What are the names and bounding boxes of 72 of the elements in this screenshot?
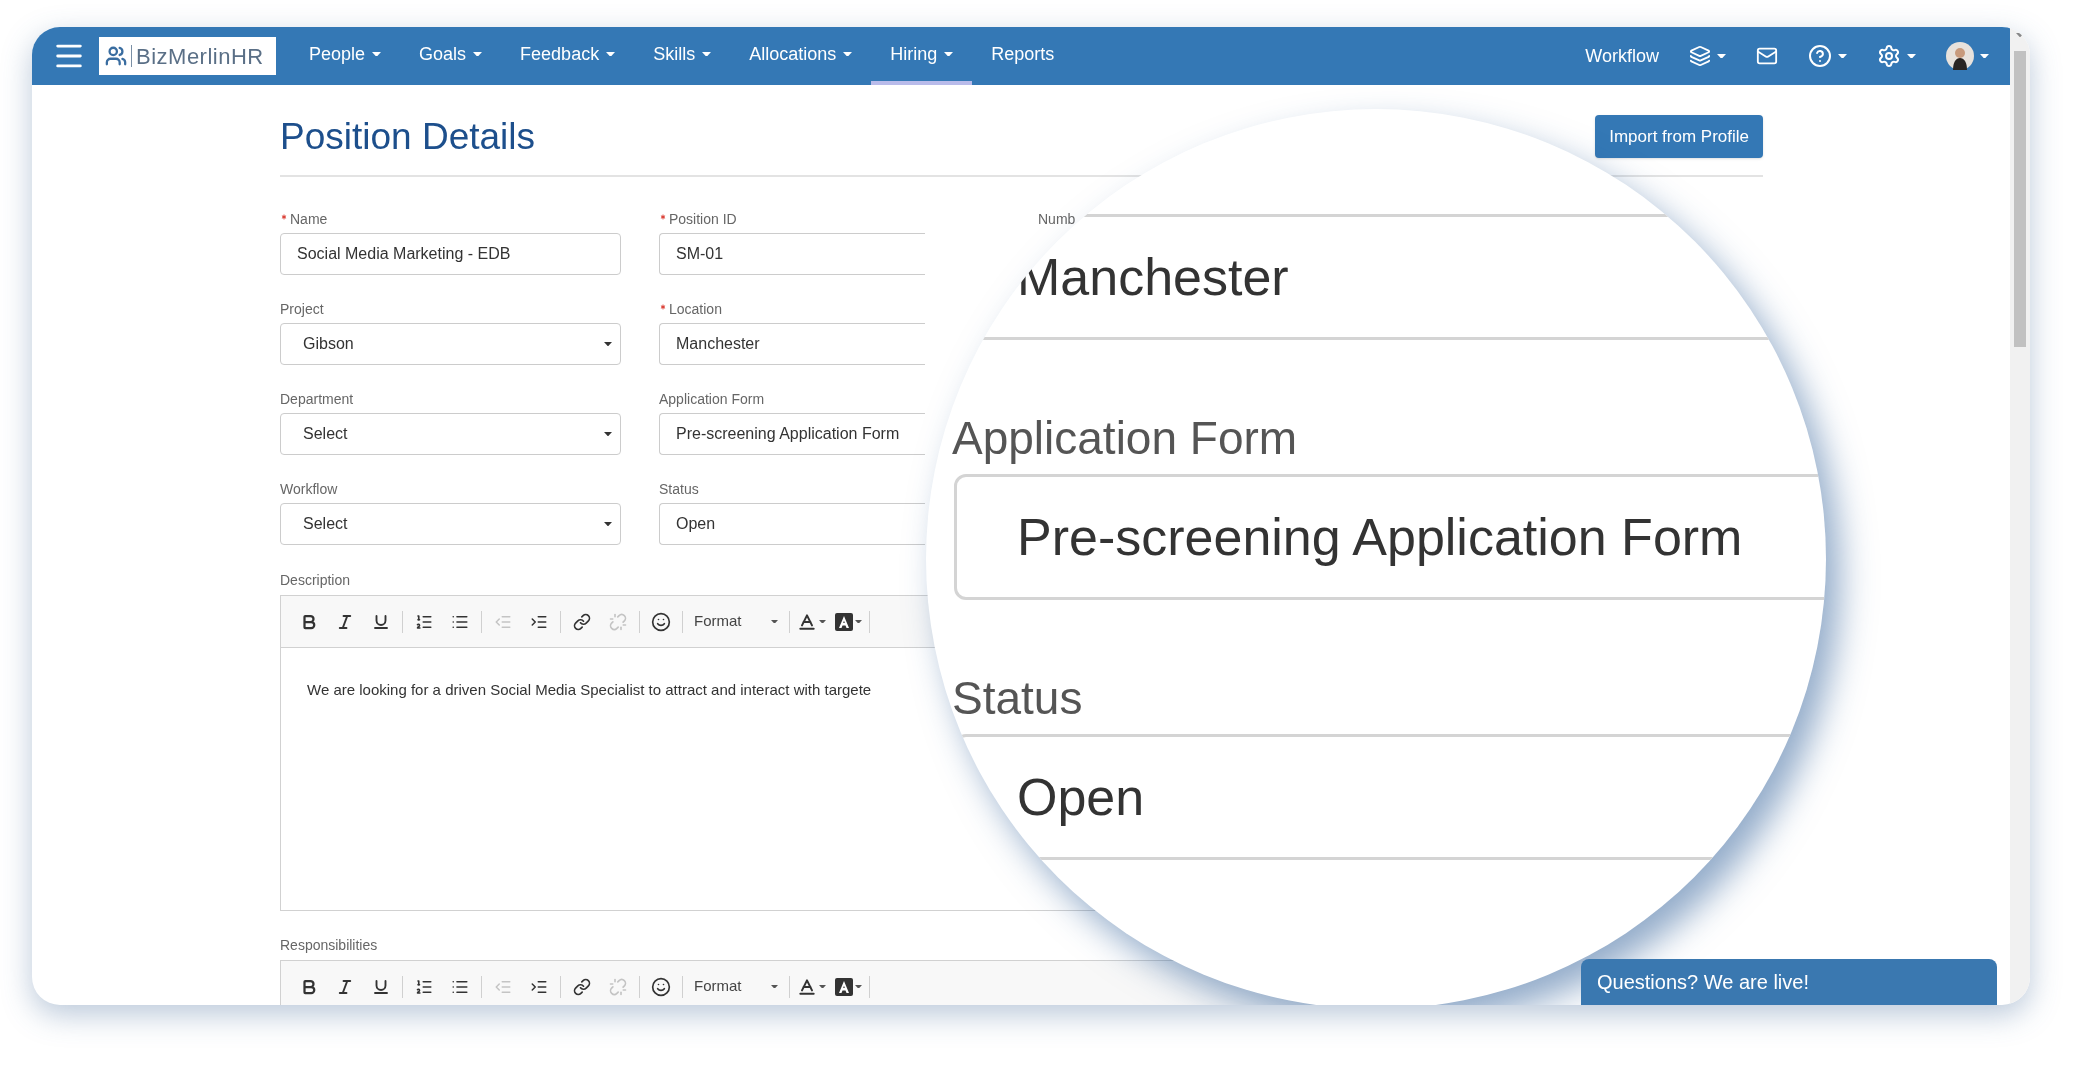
- field-label: Department: [280, 389, 354, 409]
- magnified-field: Pre-screening Application Form: [954, 474, 1826, 600]
- nav-menu-item[interactable]: Feedback: [501, 27, 635, 85]
- page-title: Position Details: [280, 114, 535, 159]
- field-label: Application Form: [659, 389, 765, 409]
- field-label: Status: [659, 479, 699, 499]
- unlink-icon: [609, 977, 627, 996]
- magnified-label: Status: [952, 671, 1083, 726]
- numbered-list-icon: [415, 977, 433, 996]
- caret-icon: [854, 619, 862, 624]
- field-label: Location: [669, 299, 722, 319]
- scrollbar-thumb[interactable]: [2014, 51, 2026, 348]
- field-label: Numb: [1038, 209, 1076, 229]
- nav-menu-item[interactable]: Allocations: [730, 27, 872, 85]
- text-field[interactable]: Pre-screening Application Form: [659, 413, 925, 455]
- settings-icon: [1877, 44, 1901, 68]
- smiley-icon: [651, 611, 671, 632]
- nav-menu-item[interactable]: Reports: [972, 27, 1074, 85]
- field-label: Description: [280, 571, 352, 589]
- highlight-color-icon: [834, 977, 853, 996]
- magnified-label: Application Form: [952, 411, 1298, 466]
- nav-link[interactable]: Workflow: [1570, 27, 1674, 85]
- underline-icon: [372, 612, 390, 631]
- numbered-list-icon: [415, 612, 433, 631]
- text-color-icon: [797, 611, 817, 632]
- caret-icon: [819, 619, 826, 624]
- select-field[interactable]: Select: [280, 413, 621, 455]
- format-dropdown[interactable]: Format: [686, 970, 786, 1003]
- text-field[interactable]: Social Media Marketing - EDB: [280, 233, 621, 275]
- select-field[interactable]: Gibson: [280, 323, 621, 365]
- link-icon: [573, 977, 591, 996]
- italic-icon: [336, 977, 354, 996]
- text-field[interactable]: Manchester: [659, 323, 925, 365]
- live-chat-tab[interactable]: Questions? We are live!: [1581, 959, 1997, 1005]
- nav-menu-item[interactable]: Goals: [400, 27, 502, 85]
- editor-text: We are looking for a driven Social Media Specialist to attract and interact with targete: [307, 681, 872, 698]
- nav-menu-item[interactable]: Skills: [634, 27, 731, 85]
- import-button[interactable]: Import from Profile: [1595, 115, 1763, 158]
- caret-icon: [2016, 33, 2024, 38]
- logo[interactable]: BizMerlinHR: [99, 37, 276, 75]
- layers-icon: [1689, 45, 1711, 67]
- mail-icon: [1756, 45, 1778, 67]
- caret-icon: [604, 521, 612, 527]
- text-color-icon: [797, 976, 817, 997]
- underline-icon: [372, 977, 390, 996]
- bold-icon: [300, 977, 318, 996]
- nav-menu-item[interactable]: People: [290, 27, 401, 85]
- caret-icon: [771, 984, 778, 989]
- link-icon: [573, 612, 591, 631]
- smiley-icon: [651, 976, 671, 997]
- bold-icon: [300, 612, 318, 631]
- italic-icon: [336, 612, 354, 631]
- field-label: Responsibilities: [280, 936, 379, 954]
- field-label: Name: [290, 209, 328, 229]
- select-field[interactable]: Select: [280, 503, 621, 545]
- people-icon: [105, 45, 127, 67]
- caret-icon: [604, 341, 612, 347]
- nav-menu-item[interactable]: Hiring: [871, 27, 973, 85]
- highlight-color-icon: [834, 612, 853, 631]
- caret-icon: [771, 619, 778, 624]
- avatar-icon: [1946, 42, 1974, 70]
- field-label: Position ID: [669, 209, 737, 229]
- caret-icon: [854, 984, 862, 989]
- text-field[interactable]: Open: [659, 503, 925, 545]
- field-label: Workflow: [280, 479, 338, 499]
- field-label: Project: [280, 299, 324, 319]
- caret-icon: [819, 984, 826, 989]
- help-icon: [1808, 44, 1832, 68]
- format-dropdown[interactable]: Format: [686, 605, 786, 638]
- text-field[interactable]: SM-01: [659, 233, 925, 275]
- caret-icon: [604, 431, 612, 437]
- unlink-icon: [609, 612, 627, 631]
